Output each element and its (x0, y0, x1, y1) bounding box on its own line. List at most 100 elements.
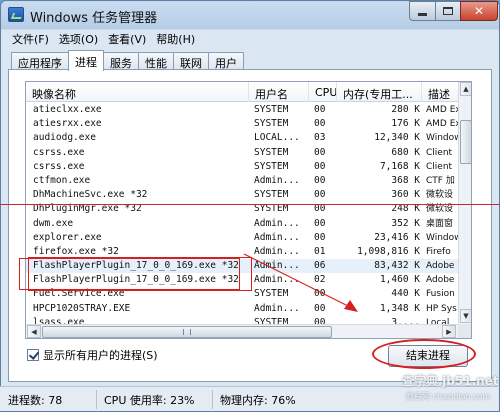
process-name: csrss.exe (33, 160, 85, 172)
process-description: 桌面窗 (426, 218, 454, 229)
show-all-users-label: 显示所有用户的进程(S) (43, 349, 158, 362)
process-memory: 680 K (391, 146, 420, 158)
process-memory: 360 K (391, 189, 420, 201)
window-title: Windows 任务管理器 (30, 11, 158, 26)
scroll-left-icon[interactable]: ◀ (27, 325, 41, 338)
process-user: SYSTEM (254, 160, 289, 172)
annotation-line (0, 204, 500, 205)
process-row[interactable]: dwm.exe Admin... 00 352 K 桌面窗 (26, 217, 458, 231)
process-description: AMD Ex (426, 105, 458, 115)
process-cpu: 00 (314, 104, 326, 115)
physical-memory: 物理内存: 76% (220, 394, 296, 407)
minimize-icon (418, 12, 427, 16)
process-description: Firefo (426, 246, 451, 257)
menu-bar: 文件(F) 选项(O) 查看(V) 帮助(H) (7, 29, 200, 47)
process-cpu: 00 (314, 146, 326, 158)
watermark: 查字典 jb51.net (402, 374, 499, 388)
process-name: atiesrxx.exe (33, 118, 102, 130)
scroll-right-icon[interactable]: ▶ (442, 325, 456, 338)
process-description: Client (426, 147, 453, 158)
process-memory: 7,168 K (379, 160, 420, 172)
cpu-usage: CPU 使用率: 23% (104, 394, 195, 407)
column-memory[interactable]: 内存(专用工... (337, 82, 422, 102)
process-description: Fusion (426, 289, 455, 300)
process-cpu: 03 (314, 132, 326, 144)
process-row[interactable]: audiodg.exe LOCAL... 03 12,340 K Window (26, 131, 458, 145)
menu-view[interactable]: 查看(V) (103, 29, 151, 47)
menu-file[interactable]: 文件(F) (7, 29, 54, 47)
process-name: explorer.exe (33, 231, 102, 243)
show-all-users-checkbox[interactable] (27, 349, 39, 361)
tab-performance[interactable]: 性能 (138, 52, 174, 70)
process-row[interactable]: atiesrxx.exe SYSTEM 00 176 K AMD Ex (26, 117, 458, 131)
column-user-name[interactable]: 用户名 (249, 82, 309, 102)
column-description[interactable]: 描述 (422, 82, 458, 102)
status-divider (212, 390, 213, 409)
process-name: HPCP1020STRAY.EXE (33, 302, 131, 314)
process-user: SYSTEM (254, 189, 289, 201)
close-icon: ✕ (473, 4, 485, 18)
task-manager-icon (8, 7, 24, 22)
menu-options[interactable]: 选项(O) (54, 29, 103, 47)
process-memory: 12,340 K (374, 132, 420, 144)
process-description: Adobe (426, 261, 455, 272)
process-description: 微软设 (426, 190, 454, 201)
process-description: AMD Ex (426, 119, 458, 130)
tab-processes[interactable]: 进程 (68, 50, 104, 71)
scroll-up-icon[interactable]: ▲ (460, 82, 471, 96)
process-description: Window (426, 133, 458, 144)
minimize-button[interactable] (409, 1, 436, 21)
process-name: ctfmon.exe (33, 174, 91, 186)
scroll-down-icon[interactable]: ▼ (460, 309, 471, 323)
tab-users[interactable]: 用户 (208, 52, 244, 70)
column-image-name[interactable]: 映像名称 (26, 82, 249, 102)
process-name: dwm.exe (33, 217, 74, 229)
watermark-sub: 教程网 chazidian.com (406, 392, 491, 401)
process-description: Window (426, 232, 458, 243)
process-count: 进程数: 78 (8, 394, 63, 407)
vertical-scroll-thumb[interactable] (460, 120, 471, 164)
process-user: SYSTEM (254, 104, 289, 115)
menu-help[interactable]: 帮助(H) (151, 29, 200, 47)
process-user: Admin... (254, 231, 300, 243)
process-name: atieclxx.exe (33, 104, 102, 115)
process-name: csrss.exe (33, 146, 85, 158)
process-memory: 280 K (391, 104, 420, 115)
process-row[interactable]: ctfmon.exe Admin... 00 368 K CTF 加 (26, 174, 458, 188)
tab-applications[interactable]: 应用程序 (11, 52, 69, 70)
process-cpu: 00 (314, 160, 326, 172)
annotation-box (19, 258, 240, 290)
process-row[interactable]: explorer.exe Admin... 00 23,416 K Window (26, 231, 458, 245)
title-bar[interactable]: Windows 任务管理器 ✕ (1, 1, 499, 29)
maximize-button[interactable] (435, 1, 461, 21)
tab-networking[interactable]: 联网 (173, 52, 209, 70)
status-divider (96, 390, 97, 409)
process-row[interactable]: csrss.exe SYSTEM 00 680 K Client (26, 146, 458, 160)
process-name: DhMachineSvc.exe *32 (33, 189, 148, 201)
column-cpu[interactable]: CPU (309, 82, 337, 102)
process-memory: 23,416 K (374, 231, 420, 243)
tab-services[interactable]: 服务 (103, 52, 139, 70)
process-user: Admin... (254, 174, 300, 186)
horizontal-scroll-thumb[interactable] (42, 326, 332, 338)
process-description: Adobe (426, 275, 455, 286)
process-description: Client (426, 161, 453, 172)
grip-icon (183, 329, 191, 335)
show-all-users-option[interactable]: 显示所有用户的进程(S) (27, 347, 158, 363)
process-cpu: 00 (314, 174, 326, 186)
maximize-icon (443, 7, 453, 15)
process-user: SYSTEM (254, 118, 289, 130)
vertical-scrollbar[interactable]: ▲ ▼ (458, 82, 471, 324)
process-cpu: 00 (314, 217, 326, 229)
horizontal-scrollbar[interactable]: ◀ ▶ (26, 324, 458, 338)
process-row[interactable]: csrss.exe SYSTEM 00 7,168 K Client (26, 160, 458, 174)
process-row[interactable]: DhMachineSvc.exe *32 SYSTEM 00 360 K 微软设 (26, 188, 458, 202)
list-header: 映像名称 用户名 CPU 内存(专用工... 描述 (26, 82, 458, 102)
process-name: audiodg.exe (33, 132, 96, 144)
scroll-corner (458, 324, 471, 338)
process-row[interactable]: atieclxx.exe SYSTEM 00 280 K AMD Ex (26, 103, 458, 117)
process-cpu: 00 (314, 118, 326, 130)
close-button[interactable]: ✕ (460, 1, 498, 21)
process-user: Admin... (254, 217, 300, 229)
process-cpu: 00 (314, 189, 326, 201)
